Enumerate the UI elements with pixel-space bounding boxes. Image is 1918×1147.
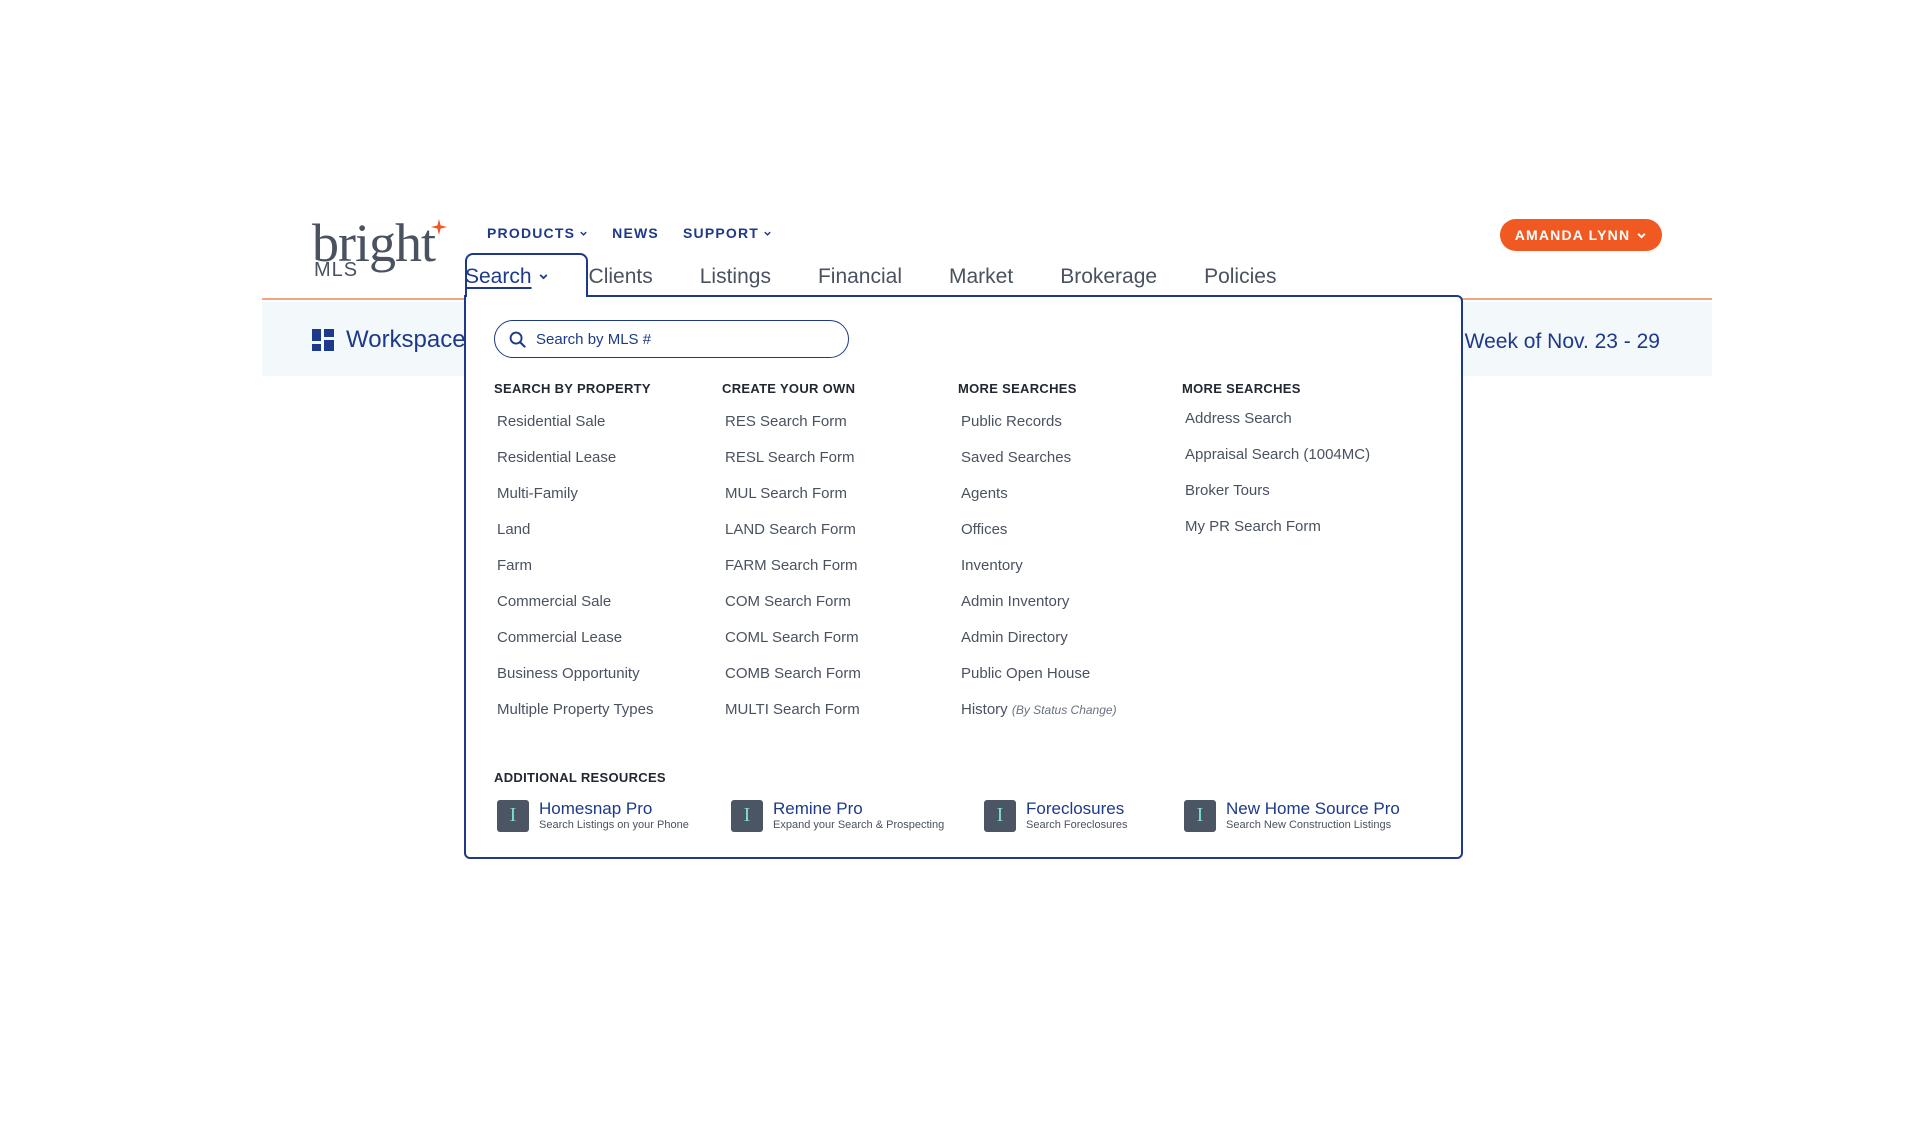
menu-item-admin-inventory[interactable]: Admin Inventory [961, 591, 1117, 627]
menu-item-land[interactable]: Land [497, 519, 653, 555]
menu-item-saved-searches[interactable]: Saved Searches [961, 447, 1117, 483]
search-icon [509, 331, 526, 348]
menu-item-res-search-form[interactable]: RES Search Form [725, 411, 861, 447]
menu-item-public-open-house[interactable]: Public Open House [961, 663, 1117, 699]
tab-listings[interactable]: Listings [700, 265, 771, 289]
menu-item-commercial-lease[interactable]: Commercial Lease [497, 627, 653, 663]
resource-title: New Home Source Pro [1226, 799, 1400, 818]
resource-icon: I [731, 799, 763, 832]
resource-icon: I [497, 799, 529, 832]
menu-item-multi-family[interactable]: Multi-Family [497, 483, 653, 519]
topnav-news[interactable]: NEWS [612, 225, 659, 241]
mls-search-box[interactable] [494, 320, 849, 358]
menu-item-mul-search-form[interactable]: MUL Search Form [725, 483, 861, 519]
menu-item-public-records[interactable]: Public Records [961, 411, 1117, 447]
resource-title: Homesnap Pro [539, 799, 653, 818]
logo-sub: MLS [314, 259, 359, 281]
menu-item-multi-search-form[interactable]: MULTI Search Form [725, 699, 861, 735]
tab-financial[interactable]: Financial [818, 265, 902, 289]
column-search-by-property: SEARCH BY PROPERTY Residential Sale Resi… [494, 381, 653, 735]
additional-resources-heading: ADDITIONAL RESOURCES [494, 770, 666, 785]
resource-icon: I [984, 799, 1016, 832]
resource-remine-pro[interactable]: I Remine Pro Expand your Search & Prospe… [731, 799, 944, 832]
dashboard-icon [312, 329, 334, 351]
menu-item-broker-tours[interactable]: Broker Tours [1185, 480, 1370, 516]
topnav-label: NEWS [612, 225, 659, 241]
resource-foreclosures[interactable]: I Foreclosures Search Foreclosures [984, 799, 1128, 832]
top-nav: PRODUCTS NEWS SUPPORT [487, 225, 772, 241]
chevron-down-icon [539, 274, 547, 280]
main-nav: Search Clients Listings Financial Market… [465, 253, 1323, 300]
menu-item-coml-search-form[interactable]: COML Search Form [725, 627, 861, 663]
column-heading: SEARCH BY PROPERTY [494, 381, 651, 396]
menu-item-com-search-form[interactable]: COM Search Form [725, 591, 861, 627]
menu-item-address-search[interactable]: Address Search [1185, 408, 1370, 444]
menu-item-commercial-sale[interactable]: Commercial Sale [497, 591, 653, 627]
menu-item-history[interactable]: History (By Status Change) [961, 699, 1117, 735]
menu-item-note: (By Status Change) [1011, 703, 1117, 717]
search-input[interactable] [536, 330, 816, 348]
bright-mls-logo[interactable]: bright MLS [312, 215, 452, 285]
menu-item-residential-sale[interactable]: Residential Sale [497, 411, 653, 447]
menu-item-farm-search-form[interactable]: FARM Search Form [725, 555, 861, 591]
tab-market[interactable]: Market [949, 265, 1013, 289]
column-create-your-own: CREATE YOUR OWN RES Search Form RESL Sea… [722, 381, 861, 735]
resource-subtitle: Search Foreclosures [1026, 819, 1128, 831]
menu-item-multiple-property-types[interactable]: Multiple Property Types [497, 699, 653, 735]
menu-item-my-pr-search-form[interactable]: My PR Search Form [1185, 516, 1370, 552]
resource-title: Foreclosures [1026, 799, 1125, 818]
menu-item-farm[interactable]: Farm [497, 555, 653, 591]
resource-title: Remine Pro [773, 799, 863, 818]
topnav-label: PRODUCTS [487, 225, 576, 241]
topnav-products[interactable]: PRODUCTS [487, 225, 588, 241]
menu-item-agents[interactable]: Agents [961, 483, 1117, 519]
logo-star-icon [431, 219, 447, 235]
week-range: Week of Nov. 23 - 29 [1464, 330, 1660, 353]
tab-clients[interactable]: Clients [589, 265, 653, 289]
resource-new-home-source-pro[interactable]: I New Home Source Pro Search New Constru… [1184, 799, 1400, 832]
menu-item-offices[interactable]: Offices [961, 519, 1117, 555]
topnav-support[interactable]: SUPPORT [683, 225, 772, 241]
menu-item-residential-lease[interactable]: Residential Lease [497, 447, 653, 483]
column-heading: MORE SEARCHES [1182, 381, 1301, 396]
tab-policies[interactable]: Policies [1204, 265, 1276, 289]
menu-item-inventory[interactable]: Inventory [961, 555, 1117, 591]
chevron-down-icon [580, 231, 587, 236]
column-more-searches-2: MORE SEARCHES Address Search Appraisal S… [1182, 381, 1370, 552]
menu-item-admin-directory[interactable]: Admin Directory [961, 627, 1117, 663]
resource-subtitle: Expand your Search & Prospecting [773, 819, 945, 831]
tab-label: Search [465, 264, 532, 288]
resource-subtitle: Search Listings on your Phone [539, 819, 689, 831]
menu-item-resl-search-form[interactable]: RESL Search Form [725, 447, 861, 483]
column-heading: MORE SEARCHES [958, 381, 1077, 396]
workspace-label: Workspace [346, 326, 466, 353]
chevron-down-icon [764, 231, 771, 236]
workspace-link[interactable]: Workspace [312, 326, 466, 354]
column-heading: CREATE YOUR OWN [722, 381, 856, 396]
resource-homesnap-pro[interactable]: I Homesnap Pro Search Listings on your P… [497, 799, 689, 832]
menu-item-business-opportunity[interactable]: Business Opportunity [497, 663, 653, 699]
column-more-searches-1: MORE SEARCHES Public Records Saved Searc… [958, 381, 1117, 735]
menu-item-comb-search-form[interactable]: COMB Search Form [725, 663, 861, 699]
chevron-down-icon [1637, 232, 1646, 239]
tab-brokerage[interactable]: Brokerage [1060, 265, 1157, 289]
user-menu-button[interactable]: AMANDA LYNN [1500, 219, 1662, 251]
user-name: AMANDA LYNN [1514, 227, 1631, 243]
resource-icon: I [1184, 799, 1216, 832]
menu-item-appraisal-search[interactable]: Appraisal Search (1004MC) [1185, 444, 1370, 480]
menu-item-label: History [961, 701, 1008, 718]
menu-item-land-search-form[interactable]: LAND Search Form [725, 519, 861, 555]
tab-search[interactable]: Search [465, 265, 549, 289]
resource-subtitle: Search New Construction Listings [1226, 819, 1392, 831]
search-dropdown-menu: SEARCH BY PROPERTY Residential Sale Resi… [464, 295, 1463, 859]
topnav-label: SUPPORT [682, 225, 760, 241]
